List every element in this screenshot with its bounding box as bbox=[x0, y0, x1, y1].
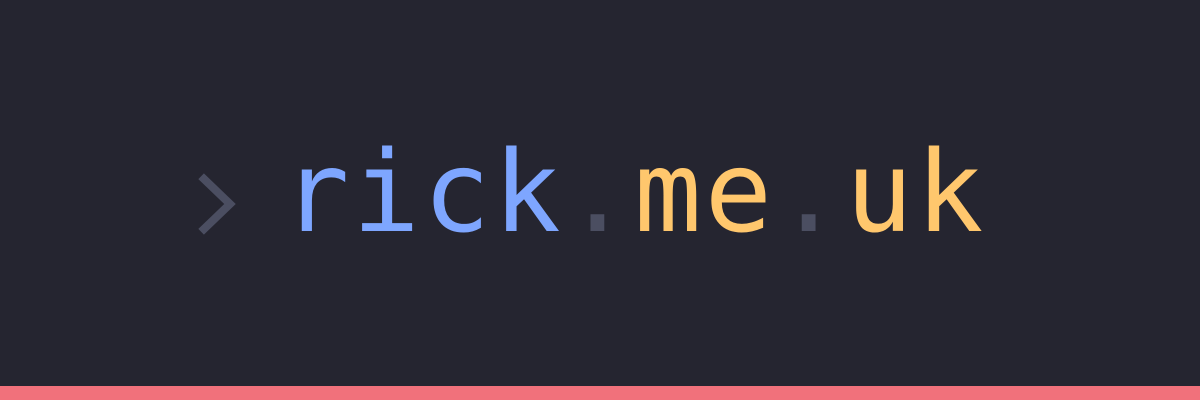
domain-dot-1: . bbox=[563, 128, 635, 258]
domain-dot-2: . bbox=[775, 128, 846, 258]
chevron-right-icon bbox=[196, 169, 238, 239]
domain-part-me: me bbox=[634, 128, 776, 258]
brand-banner: rick . me . uk bbox=[0, 0, 1200, 386]
site-logo: rick . me . uk bbox=[196, 137, 986, 249]
accent-bar bbox=[0, 386, 1200, 400]
domain-name: rick . me . uk bbox=[282, 137, 986, 249]
domain-part-rick: rick bbox=[282, 128, 564, 258]
domain-part-uk: uk bbox=[845, 128, 987, 258]
